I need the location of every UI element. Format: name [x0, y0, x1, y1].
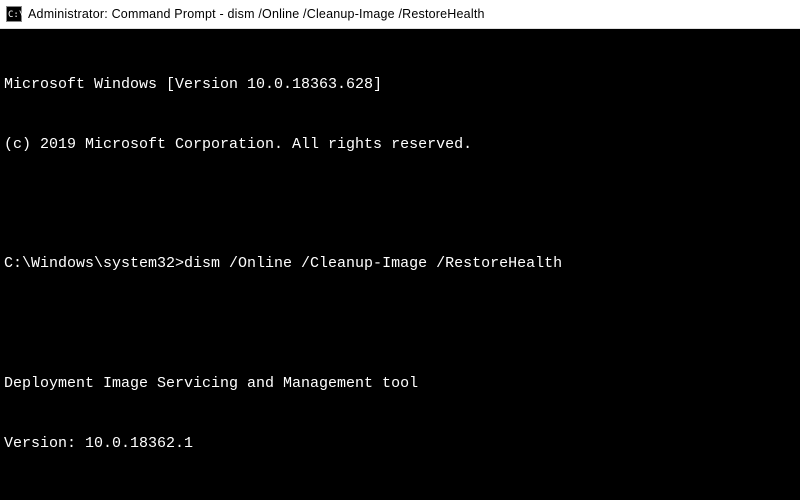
entered-command: dism /Online /Cleanup-Image /RestoreHeal…	[184, 255, 562, 272]
prompt-path: C:\Windows\system32>	[4, 255, 184, 272]
command-prompt-window: C:\ Administrator: Command Prompt - dism…	[0, 0, 800, 500]
prompt-line: C:\Windows\system32>dism /Online /Cleanu…	[4, 254, 796, 274]
tool-version-line: Version: 10.0.18362.1	[4, 434, 796, 454]
os-version-line: Microsoft Windows [Version 10.0.18363.62…	[4, 75, 796, 95]
cmd-icon: C:\	[6, 6, 22, 22]
window-title: Administrator: Command Prompt - dism /On…	[28, 7, 485, 21]
copyright-line: (c) 2019 Microsoft Corporation. All righ…	[4, 135, 796, 155]
svg-text:C:\: C:\	[8, 10, 22, 20]
tool-name-line: Deployment Image Servicing and Managemen…	[4, 374, 796, 394]
blank-line	[4, 314, 796, 334]
console-output[interactable]: Microsoft Windows [Version 10.0.18363.62…	[0, 29, 800, 500]
titlebar[interactable]: C:\ Administrator: Command Prompt - dism…	[0, 0, 800, 29]
blank-line	[4, 494, 796, 500]
blank-line	[4, 195, 796, 215]
